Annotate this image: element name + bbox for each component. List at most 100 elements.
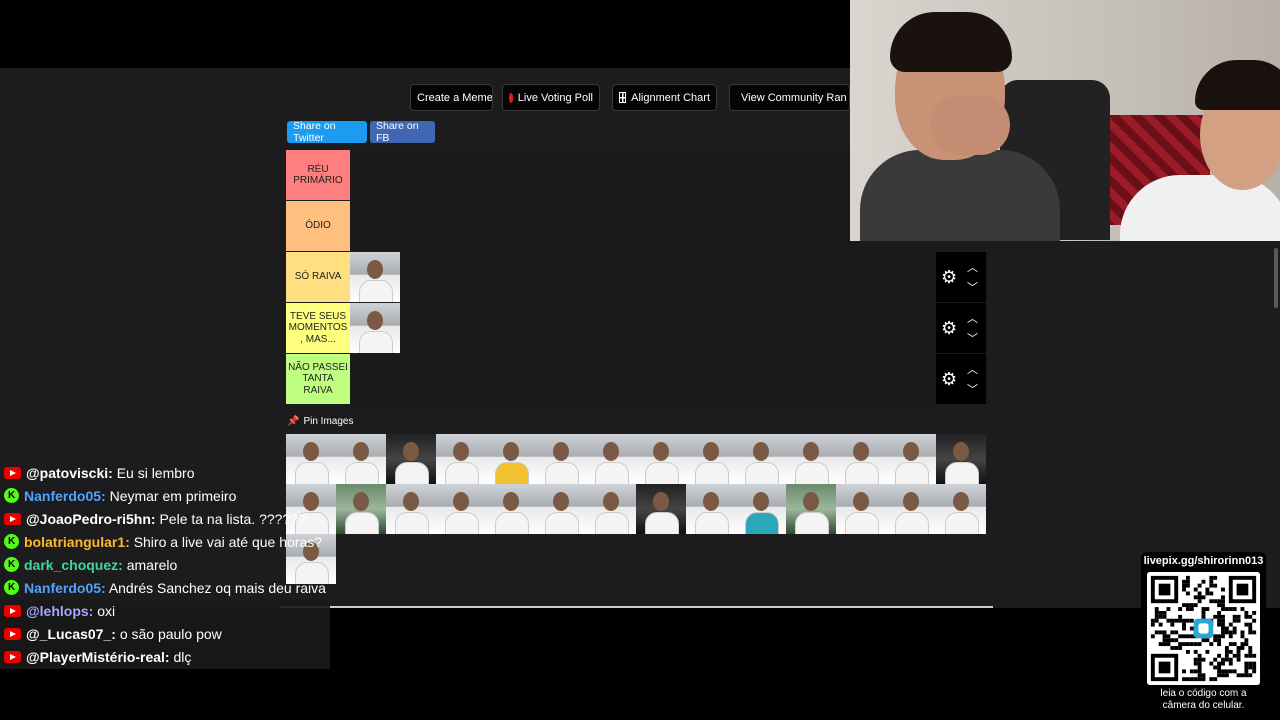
chat-message: dark_choquez: amarelo [0,554,330,577]
player-image[interactable] [836,434,886,484]
player-image[interactable] [736,434,786,484]
player-image[interactable] [386,484,436,534]
share-facebook-button[interactable]: Share on FB [370,120,435,144]
player-image[interactable] [586,434,636,484]
youtube-icon [4,467,21,479]
share-twitter-button[interactable]: Share on Twitter [287,120,367,144]
kick-icon [4,557,19,572]
player-image[interactable] [836,484,886,534]
grid-icon [619,92,627,103]
youtube-icon [4,605,21,617]
player-image[interactable] [936,484,986,534]
create-meme-label: Create a Meme [417,91,493,104]
tier-label[interactable]: NÃO PASSEI TANTA RAIVA [286,354,350,404]
live-voting-poll-button[interactable]: Live Voting Poll [502,84,600,111]
player-image[interactable] [636,434,686,484]
alignment-label: Alignment Chart [631,91,710,104]
alignment-chart-button[interactable]: Alignment Chart [612,84,717,111]
tier-drop-zone[interactable] [350,354,986,404]
chat-text: Andrés Sanchez oq mais deu raiva [108,580,326,596]
stream-frame: Create a Meme Live Voting Poll Alignment… [0,0,1280,720]
chat-username: Nanferdo05: [24,488,106,504]
chat-username: @lehlops: [26,603,94,619]
player-image[interactable] [436,434,486,484]
chevron-down-icon[interactable]: ﹀ [967,381,978,397]
tier-row: TEVE SEUS MOMENTOS , MAS... ⚙ ︿ ﹀ [286,303,986,353]
webcam-person-2-hair [1195,60,1280,110]
player-image[interactable] [350,252,400,302]
youtube-icon [4,628,21,640]
qr-caption-line-2: câmera do celular. [1162,700,1245,711]
gear-icon[interactable]: ⚙ [941,319,957,337]
kick-icon [4,534,19,549]
player-image[interactable] [686,484,736,534]
player-image[interactable] [436,484,486,534]
chat-username: Nanferdo05: [24,580,106,596]
tier-label[interactable]: RÉU PRIMÁRIO [286,150,350,200]
gear-icon[interactable]: ⚙ [941,268,957,286]
donation-qr-panel: livepix.gg/shirorinn013 leia o código co… [1141,552,1266,714]
chevron-up-icon[interactable]: ︿ [967,361,978,377]
chevron-down-icon[interactable]: ﹀ [967,279,978,295]
pin-images-label: Pin Images [303,416,354,427]
community-rank-button[interactable]: View Community Ran [729,84,850,111]
live-poll-label: Live Voting Poll [517,91,593,104]
pin-icon: 📌 [287,416,300,427]
community-label: View Community Ran [741,91,847,104]
tier-row: NÃO PASSEI TANTA RAIVA ⚙ ︿ ﹀ [286,354,986,404]
chat-overlay: @patoviscki: Eu si lembroNanferdo05: Ney… [0,462,330,669]
image-pool [286,434,988,584]
tier-drop-zone[interactable] [350,303,986,353]
player-image[interactable] [336,484,386,534]
chat-username: @JoaoPedro-ri5hn: [26,511,156,527]
player-image[interactable] [486,484,536,534]
player-image[interactable] [936,434,986,484]
player-image[interactable] [586,484,636,534]
player-image[interactable] [486,434,536,484]
player-image[interactable] [886,434,936,484]
tier-controls: ⚙ ︿ ﹀ [936,354,986,404]
chat-message: @patoviscki: Eu si lembro [0,462,330,485]
chat-username: @patoviscki: [26,465,113,481]
chat-message: @_Lucas07_: o são paulo pow [0,623,330,646]
player-image[interactable] [886,484,936,534]
chevron-down-icon[interactable]: ﹀ [967,330,978,346]
chat-message: Nanferdo05: Andrés Sanchez oq mais deu r… [0,577,330,600]
chevron-up-icon[interactable]: ︿ [967,310,978,326]
chat-message: @lehlops: oxi [0,600,330,623]
player-image[interactable] [386,434,436,484]
chat-message: @PlayerMistério-real: dlç [0,646,330,669]
chat-username: @PlayerMistério-real: [26,649,170,665]
player-image[interactable] [786,484,836,534]
chat-message: bolatriangular1: Shiro a live vai até qu… [0,531,330,554]
kick-icon [4,488,19,503]
player-image[interactable] [736,484,786,534]
page-scrollbar[interactable] [1274,248,1278,308]
tier-row: SÓ RAIVA ⚙ ︿ ﹀ [286,252,986,302]
player-image[interactable] [686,434,736,484]
pin-images-toggle[interactable]: 📌 Pin Images [287,416,353,427]
chat-message: Nanferdo05: Neymar em primeiro [0,485,330,508]
player-image[interactable] [350,303,400,353]
youtube-icon [4,651,21,663]
chat-message: @JoaoPedro-ri5hn: Pele ta na lista. ????… [0,508,330,531]
chat-text: amarelo [126,557,178,573]
chat-text: o são paulo pow [119,626,222,642]
tier-controls: ⚙ ︿ ﹀ [936,303,986,353]
tier-label[interactable]: ÓDIO [286,201,350,251]
chevron-up-icon[interactable]: ︿ [967,259,978,275]
webcam-person-1-hand [930,95,1010,155]
player-image[interactable] [636,484,686,534]
player-image[interactable] [786,434,836,484]
tier-controls: ⚙ ︿ ﹀ [936,252,986,302]
create-meme-button[interactable]: Create a Meme [410,84,493,111]
player-image[interactable] [536,484,586,534]
chat-text: Pele ta na lista. ?????? [159,511,306,527]
tier-label[interactable]: SÓ RAIVA [286,252,350,302]
tier-drop-zone[interactable] [350,252,986,302]
player-image[interactable] [336,434,386,484]
tier-label[interactable]: TEVE SEUS MOMENTOS , MAS... [286,303,350,353]
gear-icon[interactable]: ⚙ [941,370,957,388]
player-image[interactable] [536,434,586,484]
qr-code [1147,572,1260,685]
